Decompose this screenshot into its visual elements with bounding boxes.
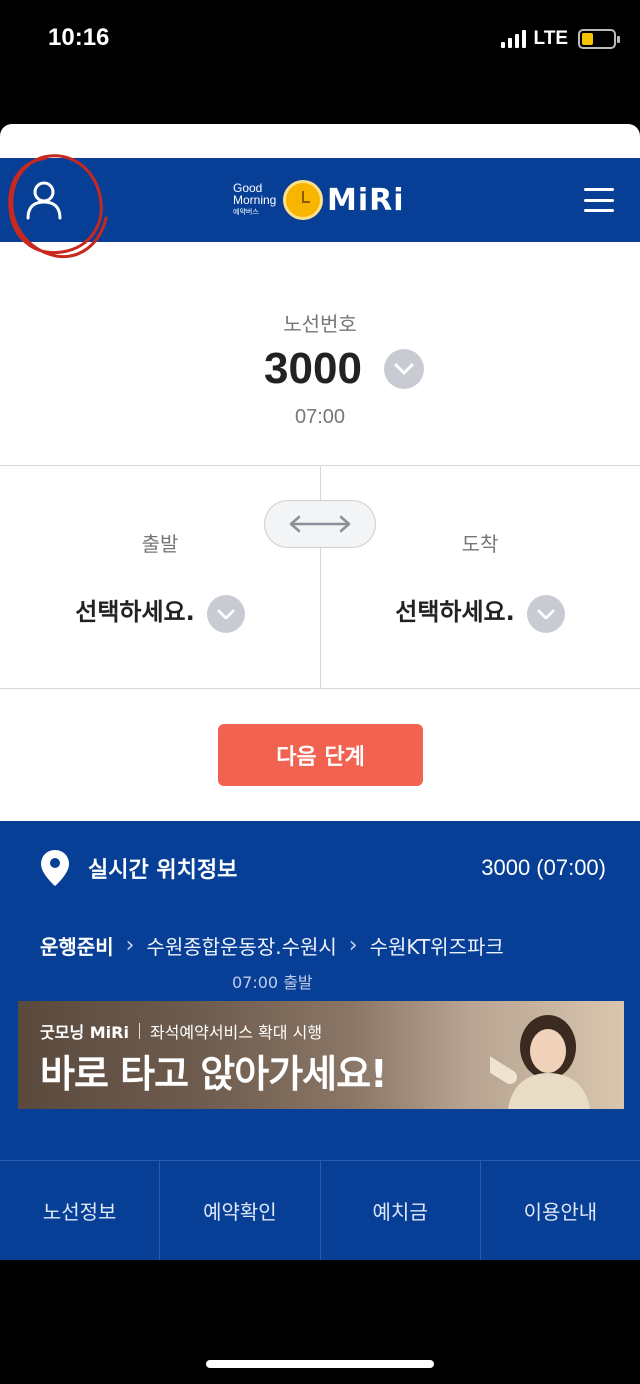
route-number: 3000 xyxy=(264,344,362,393)
promo-banner[interactable]: 굿모닝 MiRi 좌석예약서비스 확대 시행 바로 타고 앉아가세요! xyxy=(18,1001,624,1109)
chevron-down-icon[interactable] xyxy=(383,349,424,389)
banner-headline: 바로 타고 앉아가세요! xyxy=(40,1052,387,1096)
operation-status: 운행준비 xyxy=(40,935,114,959)
home-indicator[interactable] xyxy=(206,1360,434,1368)
live-location-title: 실시간 위치정보 xyxy=(88,858,238,883)
live-location-panel: 실시간 위치정보 3000 (07:00) 운행준비 › 수원종합운동장.수원시… xyxy=(0,821,640,1260)
user-icon xyxy=(26,181,62,220)
app-sheet: Good Morning 예약버스 MiRi 노선번호 3000 07:00 출… xyxy=(0,124,640,1260)
hamburger-menu-icon[interactable] xyxy=(584,188,614,212)
status-time: 10:16 xyxy=(48,24,110,51)
bottom-tabs: 노선정보 예약확인 예치금 이용안내 xyxy=(0,1160,640,1260)
logo-tagline: Good Morning 예약버스 xyxy=(233,182,283,219)
profile-button[interactable] xyxy=(22,178,66,222)
route-time: 07:00 xyxy=(294,406,346,428)
departure-value: 선택하세요. xyxy=(75,597,195,626)
status-bar: 10:16 LTE xyxy=(0,0,640,80)
location-pin-icon xyxy=(41,850,69,886)
stop-progress: 운행준비 › 수원종합운동장.수원시 › 수원KT위즈파크 xyxy=(40,931,504,960)
departure-selector[interactable]: 출발 선택하세요. xyxy=(0,528,320,633)
app-header: Good Morning 예약버스 MiRi xyxy=(0,154,640,259)
banner-subtitle: 좌석예약서비스 확대 시행 xyxy=(149,1023,323,1042)
status-indicators: LTE xyxy=(500,28,620,50)
stop-next: 수원KT위즈파크 xyxy=(369,935,504,959)
battery-level xyxy=(582,33,593,45)
clock-icon xyxy=(283,180,323,220)
network-type: LTE xyxy=(533,28,568,49)
banner-person-image xyxy=(490,1015,590,1109)
tab-guide[interactable]: 이용안내 xyxy=(481,1161,640,1260)
banner-brand: 굿모닝 MiRi xyxy=(40,1023,129,1042)
swap-arrows-icon xyxy=(289,515,351,533)
stop-current: 수원종합운동장.수원시 xyxy=(146,935,337,959)
banner-divider xyxy=(138,1023,140,1039)
logo-line-reservation: 예약버스 xyxy=(233,208,259,216)
divider xyxy=(0,688,640,689)
next-step-button[interactable]: 다음 단계 xyxy=(218,724,423,786)
logo-text: MiRi xyxy=(327,182,405,218)
battery-icon xyxy=(578,29,620,49)
signal-icon xyxy=(500,30,526,48)
arrival-value: 선택하세요. xyxy=(395,597,515,626)
tab-route-info[interactable]: 노선정보 xyxy=(0,1161,161,1260)
route-selector[interactable]: 3000 xyxy=(0,344,640,394)
chevron-down-icon[interactable] xyxy=(206,595,245,633)
tab-deposit[interactable]: 예치금 xyxy=(321,1161,481,1260)
chevron-right-icon: › xyxy=(125,933,135,958)
chevron-right-icon: › xyxy=(348,933,358,958)
tab-reservation-check[interactable]: 예약확인 xyxy=(160,1161,321,1260)
arrival-selector[interactable]: 도착 선택하세요. xyxy=(320,528,640,633)
chevron-down-icon[interactable] xyxy=(526,595,565,633)
app-logo: Good Morning 예약버스 MiRi xyxy=(233,176,405,224)
logo-line-morning: Morning xyxy=(233,192,277,207)
live-route-time: 3000 (07:00) xyxy=(481,855,606,880)
swap-button[interactable] xyxy=(264,500,376,548)
route-label: 노선번호 xyxy=(283,312,357,336)
departure-time: 07:00 출발 xyxy=(232,973,313,992)
